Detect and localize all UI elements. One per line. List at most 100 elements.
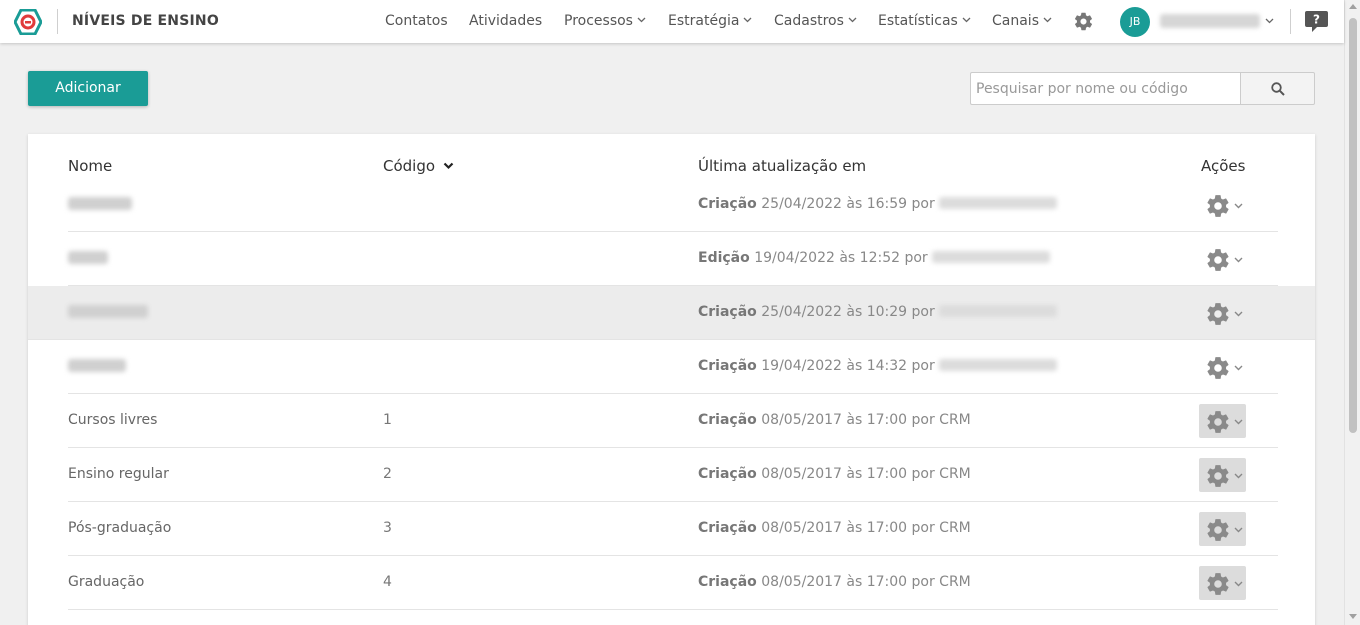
chevron-down-icon	[1234, 581, 1243, 587]
row-actions-button[interactable]	[1199, 566, 1246, 600]
top-bar: NÍVEIS DE ENSINO Contatos Atividades Pro…	[0, 0, 1344, 43]
row-last-update: Criação 08/05/2017 às 17:00 por CRM	[698, 412, 971, 428]
update-date: 08/05/2017 às 17:00 por	[761, 520, 935, 536]
chevron-down-icon	[637, 17, 646, 23]
search-button[interactable]	[1240, 72, 1315, 105]
redacted-text	[68, 305, 148, 318]
redacted-text	[68, 251, 108, 264]
update-kind: Criação	[698, 520, 757, 536]
row-last-update: Criação 25/04/2022 às 10:29 por	[698, 304, 1057, 320]
chevron-down-icon	[1234, 473, 1243, 479]
row-codigo: 4	[383, 574, 392, 590]
scroll-thumb[interactable]	[1349, 18, 1357, 433]
nav-label: Contatos	[385, 13, 448, 29]
chevron-down-icon	[848, 17, 857, 23]
table-row[interactable]: Ensino regular 2 Criação 08/05/2017 às 1…	[28, 448, 1315, 502]
user-name-redacted[interactable]	[1160, 14, 1260, 28]
update-date: 08/05/2017 às 17:00 por	[761, 574, 935, 590]
nav-estatisticas[interactable]: Estatísticas	[878, 13, 971, 29]
avatar[interactable]: JB	[1120, 7, 1150, 37]
row-actions-button[interactable]	[1199, 296, 1246, 330]
nav-processos[interactable]: Processos	[564, 13, 646, 29]
chevron-down-icon	[1234, 419, 1243, 425]
chevron-down-icon	[1234, 365, 1243, 371]
nav-label: Cadastros	[774, 13, 844, 29]
row-last-update: Criação 08/05/2017 às 17:00 por CRM	[698, 520, 971, 536]
update-date: 08/05/2017 às 17:00 por	[761, 466, 935, 482]
row-nome: Cursos livres	[68, 412, 158, 428]
sort-down-icon[interactable]	[443, 162, 454, 170]
scroll-up-icon[interactable]	[1349, 4, 1357, 9]
search-icon	[1271, 82, 1285, 96]
update-user: CRM	[939, 520, 971, 536]
column-header-acoes: Ações	[1201, 157, 1246, 175]
table-row[interactable]: Edição 19/04/2022 às 12:52 por	[28, 232, 1315, 286]
nav-canais[interactable]: Canais	[992, 13, 1052, 29]
update-date: 25/04/2022 às 16:59 por	[761, 196, 935, 212]
row-last-update: Criação 25/04/2022 às 16:59 por	[698, 196, 1057, 212]
nav-atividades[interactable]: Atividades	[469, 13, 542, 29]
nav-contatos[interactable]: Contatos	[385, 13, 448, 29]
update-kind: Criação	[698, 574, 757, 590]
add-button[interactable]: Adicionar	[28, 71, 148, 106]
page-scrollbar[interactable]	[1344, 0, 1360, 625]
nav-estrategia[interactable]: Estratégia	[668, 13, 752, 29]
levels-table: Nome Código Última atualização em Ações …	[28, 134, 1315, 625]
search-input[interactable]	[970, 72, 1241, 105]
column-header-nome[interactable]: Nome	[68, 157, 112, 175]
column-header-atualizacao: Última atualização em	[698, 157, 867, 175]
row-actions-button[interactable]	[1199, 242, 1246, 276]
chevron-down-icon[interactable]	[1265, 14, 1274, 28]
table-row-hovered[interactable]: Criação 25/04/2022 às 10:29 por	[28, 286, 1315, 340]
row-actions-button[interactable]	[1199, 350, 1246, 384]
nav-label: Estratégia	[668, 13, 740, 29]
gear-icon[interactable]	[1073, 11, 1094, 32]
chevron-down-icon	[1234, 527, 1243, 533]
redacted-user	[938, 197, 1057, 209]
chevron-down-icon	[1234, 311, 1243, 317]
chevron-down-icon	[1234, 203, 1243, 209]
table-row[interactable]: Cursos livres 1 Criação 08/05/2017 às 17…	[28, 394, 1315, 448]
nav-cadastros[interactable]: Cadastros	[774, 13, 857, 29]
table-row[interactable]: Criação 25/04/2022 às 16:59 por	[28, 178, 1315, 232]
row-codigo: 2	[383, 466, 392, 482]
table-row[interactable]: Pós-graduação 3 Criação 08/05/2017 às 17…	[28, 502, 1315, 556]
row-actions-button[interactable]	[1199, 404, 1246, 438]
row-actions-button[interactable]	[1199, 458, 1246, 492]
logo-icon[interactable]	[14, 9, 42, 35]
help-icon[interactable]: ?	[1304, 10, 1329, 33]
redacted-user	[931, 251, 1050, 263]
column-header-label: Código	[383, 157, 436, 175]
nav-label: Canais	[992, 13, 1039, 29]
row-codigo: 3	[383, 520, 392, 536]
row-divider	[68, 609, 1278, 610]
update-user: CRM	[939, 412, 971, 428]
update-kind: Criação	[698, 304, 757, 320]
chevron-down-icon	[1043, 17, 1052, 23]
nav-label: Estatísticas	[878, 13, 958, 29]
row-nome-redacted	[68, 250, 108, 266]
row-nome: Graduação	[68, 574, 145, 590]
page-title: NÍVEIS DE ENSINO	[72, 13, 219, 29]
nav-label: Atividades	[469, 13, 543, 29]
redacted-text	[68, 197, 132, 210]
column-header-codigo[interactable]: Código	[383, 157, 454, 175]
brand-divider	[57, 9, 58, 34]
row-nome-redacted	[68, 304, 148, 320]
row-last-update: Edição 19/04/2022 às 12:52 por	[698, 250, 1050, 266]
nav-label: Processos	[564, 13, 633, 29]
scroll-down-icon[interactable]	[1349, 614, 1357, 619]
row-nome: Ensino regular	[68, 466, 169, 482]
update-kind: Criação	[698, 196, 757, 212]
row-actions-button[interactable]	[1199, 512, 1246, 546]
redacted-user	[938, 359, 1057, 371]
gear-icon	[1207, 195, 1229, 217]
chevron-down-icon	[1234, 257, 1243, 263]
table-row[interactable]: Criação 19/04/2022 às 14:32 por	[28, 340, 1315, 394]
update-date: 19/04/2022 às 14:32 por	[761, 358, 935, 374]
gear-icon	[1207, 573, 1229, 595]
row-actions-button[interactable]	[1199, 188, 1246, 222]
update-kind: Criação	[698, 358, 757, 374]
update-kind: Criação	[698, 412, 757, 428]
table-row[interactable]: Graduação 4 Criação 08/05/2017 às 17:00 …	[28, 556, 1315, 610]
